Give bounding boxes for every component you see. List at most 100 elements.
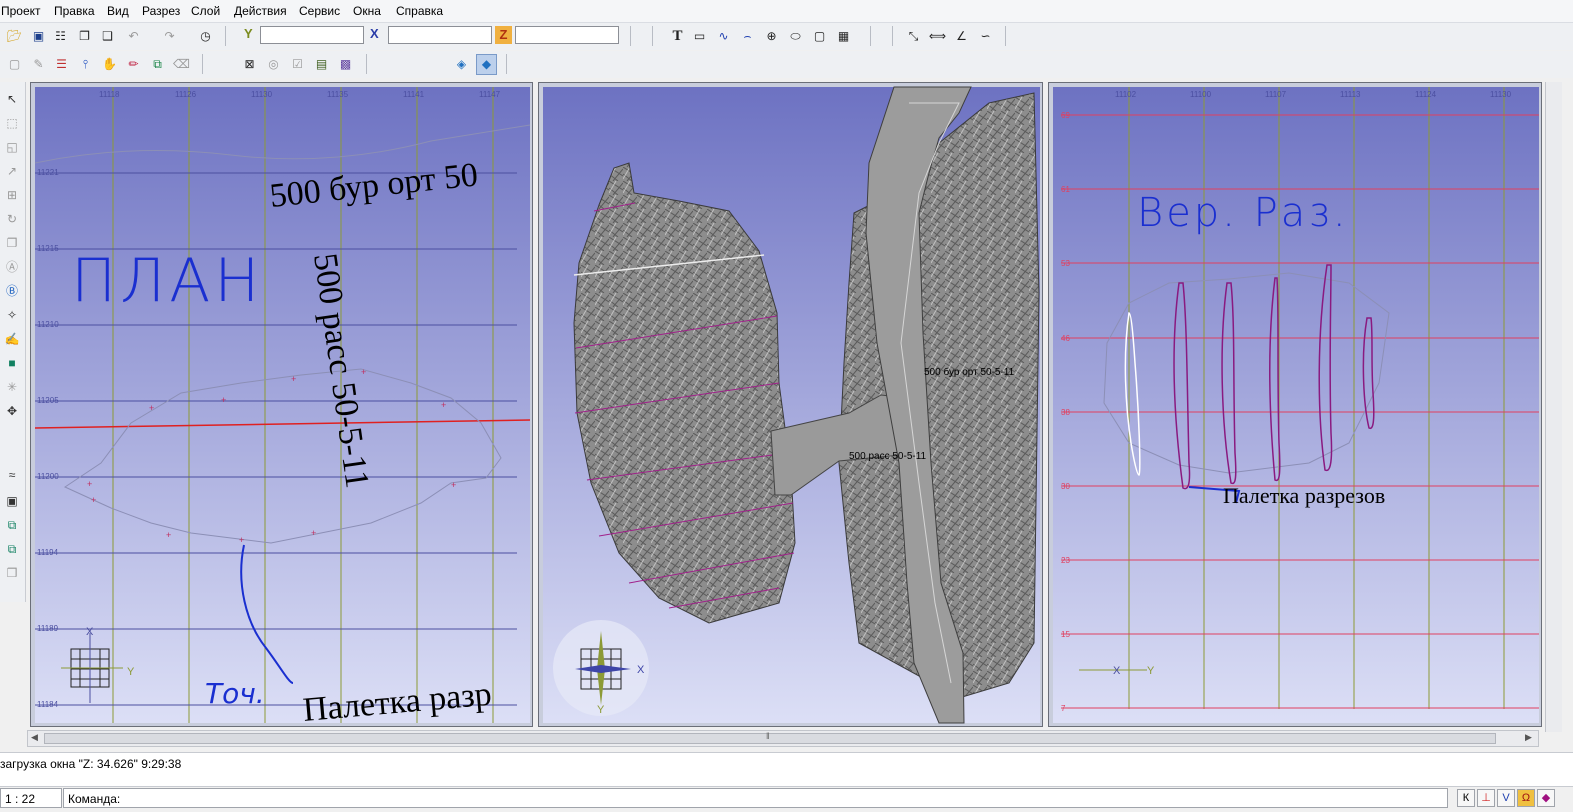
lasso-icon[interactable]: ✧ [3,306,21,324]
clock-icon[interactable]: ◷ [196,27,215,46]
scroll-right-icon[interactable]: ▶ [1525,732,1532,743]
snap-diamond-button[interactable]: ◆ [1537,789,1555,807]
open-folder-icon[interactable]: 📂︎ [5,27,24,46]
menu-help[interactable]: Справка [396,4,443,18]
fan-icon[interactable]: ⫯ [76,55,95,74]
svg-text:+: + [149,403,154,413]
print-icon[interactable]: ❐ [75,27,94,46]
toolbar-separator [892,26,893,46]
plan-y-label: 11189 [37,624,59,633]
select-box-icon[interactable]: ⬚ [3,114,21,132]
rotate-icon[interactable]: ↻ [3,210,21,228]
check-box-icon[interactable]: ☑ [288,55,307,74]
snap-omega-button[interactable]: Ω [1517,789,1535,807]
copy-icon[interactable]: ❑ [98,27,117,46]
snap-v-button[interactable]: V [1497,789,1515,807]
status-area: загрузка окна "Z: 34.626" 9:29:38 [0,752,1573,787]
snap-icon[interactable]: ✳ [3,378,21,396]
snap-k-button[interactable]: К [1457,789,1475,807]
select-region-icon[interactable]: ◱ [3,138,21,156]
rectangle-icon[interactable]: ▭ [690,27,709,46]
angle-icon[interactable]: ∠ [952,27,971,46]
text-icon[interactable]: T [668,27,687,46]
surface-icon[interactable]: ▤ [312,55,331,74]
delete-icon[interactable]: ⊠ [240,55,259,74]
view-3d-viewport[interactable]: 500 бур орт 50-5-11 500 расс 50-5-11 X Y [538,82,1043,727]
frame-icon[interactable]: ▢ [810,27,829,46]
wave-icon[interactable]: ≈ [3,466,21,484]
plan-handwritten-title: ПЛАН [71,246,263,316]
dimension-icon[interactable]: ⟺ [928,27,947,46]
pencil-icon[interactable]: ✎ [29,55,48,74]
label-icon[interactable]: Ⓐ [3,258,21,276]
copy-move-icon[interactable]: ❐ [3,234,21,252]
coord-y-input[interactable] [260,26,364,44]
command-line[interactable]: Команда: [63,788,1448,808]
menu-project[interactable]: Проект [1,4,41,18]
horizontal-scroll-thumb[interactable] [44,733,1496,744]
layer-d-icon[interactable]: ❒ [3,564,21,582]
section-x-label: 11102 [1115,90,1137,99]
add-point-icon[interactable]: ⊞ [3,186,21,204]
save-as-icon[interactable]: ☷ [51,27,70,46]
section-axis-x-label: X [1113,665,1121,677]
plan-x-label: 11130 [251,90,273,99]
brush-icon[interactable]: ✍ [3,330,21,348]
layer-c-icon[interactable]: ⧉ [3,540,21,558]
undo-icon[interactable]: ↶ [124,27,143,46]
layers-icon[interactable]: ☰ [52,55,71,74]
info-icon[interactable]: Ⓑ [3,282,21,300]
arc-icon[interactable]: ⌢ [738,27,757,46]
circle-icon[interactable]: ⊕ [762,27,781,46]
table-icon[interactable]: ▦ [834,27,853,46]
view-3d-icon[interactable]: ◆ [476,54,497,75]
view-3d-axis-y-label: Y [597,704,605,716]
horizontal-scrollbar[interactable]: ◀ ‖ ▶ [27,730,1539,747]
measure-line-icon[interactable]: ⤡ [904,27,923,46]
layer-a-icon[interactable]: ▣ [3,492,21,510]
section-y-label: 30 [1061,482,1070,491]
hand-icon[interactable]: ✋ [100,55,119,74]
redo-icon[interactable]: ↷ [160,27,179,46]
polyline-icon[interactable]: ∿ [714,27,733,46]
view-3d-axis-glyph [553,620,649,716]
node-edit-icon[interactable]: ↗ [3,162,21,180]
save-icon[interactable]: ▣ [29,27,48,46]
scroll-left-icon[interactable]: ◀ [31,732,38,743]
menu-windows[interactable]: Окна [353,4,381,18]
plan-y-label: 11194 [37,548,59,557]
grid-icon[interactable]: ▩ [336,55,355,74]
plan-x-label: 11118 [99,90,120,99]
toolbar-separator [202,54,203,74]
svg-text:+: + [451,480,456,490]
menu-actions[interactable]: Действия [234,4,287,18]
menu-edit[interactable]: Правка [54,4,95,18]
section-x-label: 11130 [1490,90,1512,99]
curve-icon[interactable]: ∽ [976,27,995,46]
fill-icon[interactable]: ■ [3,354,21,372]
menu-section[interactable]: Разрез [142,4,180,18]
eraser-icon[interactable]: ⌫ [172,55,191,74]
select-arrow-icon[interactable]: ↖ [3,90,21,108]
vertical-scrollbar[interactable] [1545,82,1562,732]
plan-viewport[interactable]: + + + + + + + + + + + 11221 11215 11210 11205 1… [30,82,533,728]
ellipse-icon[interactable]: ⬭ [786,27,805,46]
section-viewport[interactable]: 69 61 53 46 38 30 23 15 7 11102 11100 11… [1048,82,1542,727]
toolbar-separator [630,26,631,46]
box-icon[interactable]: ▢ [5,55,24,74]
view-plan-icon[interactable]: ◈ [452,55,471,74]
snap-perpendicular-button[interactable]: ⊥ [1477,789,1495,807]
menu-view[interactable]: Вид [107,4,129,18]
svg-text:+: + [221,395,226,405]
stack-icon[interactable]: ⧉ [148,55,167,74]
scale-indicator[interactable]: 1 : 22 [0,788,62,808]
move-icon[interactable]: ✥ [3,402,21,420]
menu-layer[interactable]: Слой [191,4,220,18]
layer-b-icon[interactable]: ⧉ [3,516,21,534]
menu-service[interactable]: Сервис [299,4,340,18]
marker-icon[interactable]: ✏ [124,55,143,74]
coord-z-input[interactable] [515,26,619,44]
coord-x-input[interactable] [388,26,492,44]
plan-y-label: 11184 [37,700,59,709]
target-icon[interactable]: ◎ [264,55,283,74]
